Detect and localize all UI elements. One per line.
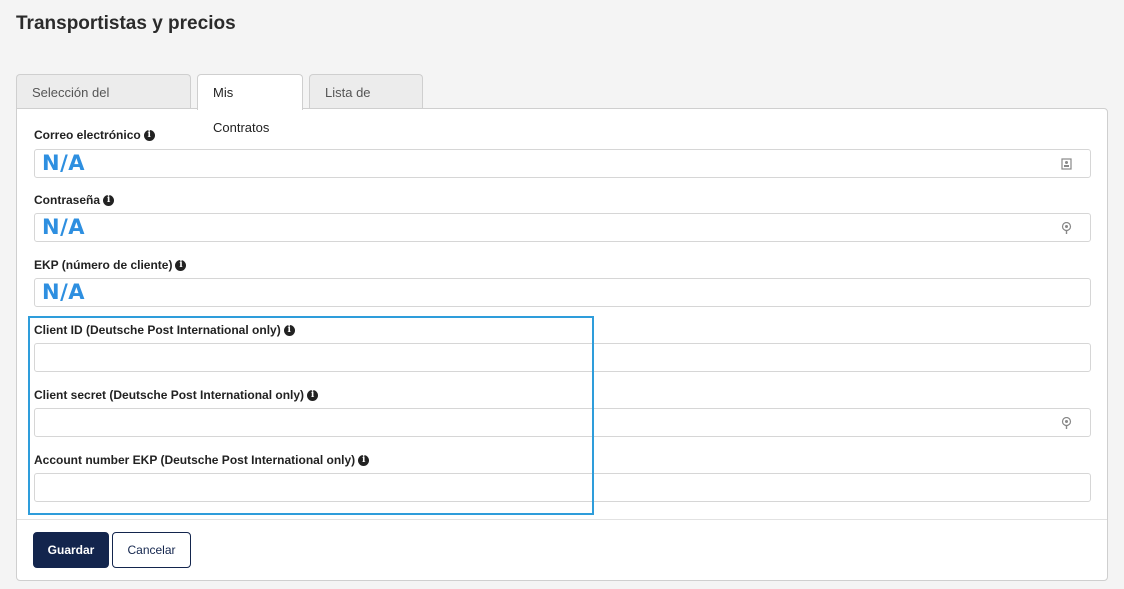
contact-card-icon[interactable]	[1061, 158, 1072, 170]
email-label-text: Correo electrónico	[34, 128, 141, 142]
tab-price-list[interactable]: Lista de precios	[309, 74, 423, 135]
password-value: N/A	[42, 215, 85, 239]
info-icon[interactable]: i	[283, 324, 295, 336]
ekp-label-text: EKP (número de cliente)	[34, 258, 173, 272]
tab-bar: Selección del transportista Mis Contrato…	[16, 74, 423, 135]
key-icon[interactable]	[1061, 417, 1072, 429]
email-value: N/A	[42, 151, 85, 175]
email-label: Correo electrónico i	[34, 128, 155, 142]
client-id-label-text: Client ID (Deutsche Post International o…	[34, 323, 281, 337]
account-number-label: Account number EKP (Deutsche Post Intern…	[34, 453, 370, 467]
cancel-button[interactable]: Cancelar	[112, 532, 191, 568]
key-icon[interactable]	[1061, 222, 1072, 234]
tab-carrier-selection[interactable]: Selección del transportista	[16, 74, 191, 135]
email-field[interactable]: N/A	[34, 149, 1091, 178]
save-button[interactable]: Guardar	[33, 532, 109, 568]
password-label: Contraseña i	[34, 193, 115, 207]
tab-my-contracts[interactable]: Mis Contratos	[197, 74, 303, 135]
account-number-label-text: Account number EKP (Deutsche Post Intern…	[34, 453, 356, 467]
page-title: Transportistas y precios	[16, 13, 236, 34]
info-icon[interactable]: i	[358, 454, 370, 466]
client-secret-label: Client secret (Deutsche Post Internation…	[34, 388, 319, 402]
password-label-text: Contraseña	[34, 193, 101, 207]
info-icon[interactable]: i	[143, 129, 155, 141]
client-secret-field[interactable]	[34, 408, 1091, 437]
password-field[interactable]: N/A	[34, 213, 1091, 242]
ekp-value: N/A	[42, 280, 85, 304]
client-id-label: Client ID (Deutsche Post International o…	[34, 323, 295, 337]
footer-divider	[17, 519, 1107, 520]
info-icon[interactable]: i	[175, 259, 187, 271]
info-icon[interactable]: i	[103, 194, 115, 206]
account-number-field[interactable]	[34, 473, 1091, 502]
client-id-field[interactable]	[34, 343, 1091, 372]
info-icon[interactable]: i	[307, 389, 319, 401]
client-secret-label-text: Client secret (Deutsche Post Internation…	[34, 388, 305, 402]
ekp-field[interactable]: N/A	[34, 278, 1091, 307]
ekp-label: EKP (número de cliente) i	[34, 258, 187, 272]
contracts-panel: Correo electrónico i N/A Contraseña i N/…	[16, 108, 1108, 581]
